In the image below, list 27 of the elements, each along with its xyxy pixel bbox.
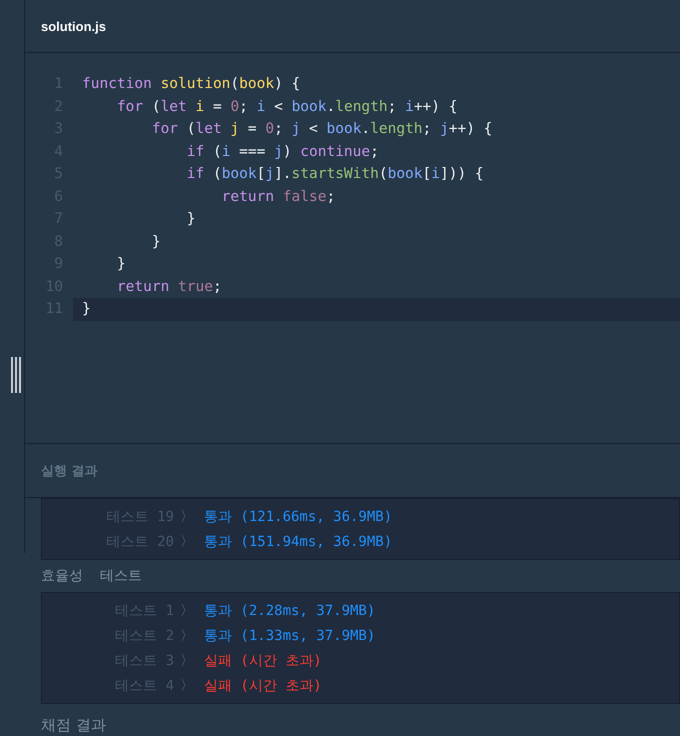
code-line: if (book[j].startsWith(book[i])) {	[186, 165, 485, 184]
test-result: 실패 (시간 초과)	[204, 676, 322, 694]
panel-title: 실행 결과	[41, 462, 98, 480]
chevron-icon: 〉	[180, 652, 194, 670]
chevron-icon: 〉	[180, 532, 194, 550]
code-line: }	[186, 210, 196, 230]
code-line: for (let j = 0; j < book.length; j++) {	[150, 120, 494, 140]
code-line: }	[150, 232, 162, 252]
section-title: 효율성 테스트	[41, 567, 142, 585]
resize-handle-icon[interactable]	[11, 357, 21, 393]
test-result: 통과 (1.33ms, 37.9MB)	[204, 626, 376, 644]
test-result: 통과 (121.66ms, 36.9MB)	[204, 508, 392, 526]
code-line: return true;	[116, 278, 223, 297]
file-tab-title[interactable]: solution.js	[41, 18, 106, 34]
test-result: 통과 (151.94ms, 36.9MB)	[204, 532, 392, 550]
code-line: return false;	[220, 188, 336, 207]
chevron-icon: 〉	[180, 508, 194, 526]
chevron-icon: 〉	[180, 602, 194, 620]
section-title: 채점 결과	[41, 716, 106, 735]
chevron-icon: 〉	[180, 676, 194, 694]
code-line: }	[116, 255, 127, 274]
code-line: for (let i = 0; i < book.length; i++) {	[116, 98, 458, 117]
test-result: 통과 (2.28ms, 37.9MB)	[204, 602, 376, 620]
chevron-icon: 〉	[180, 626, 194, 644]
test-result: 실패 (시간 초과)	[204, 652, 322, 670]
code-line: function solution(book) {	[81, 75, 302, 94]
code-line: if (i === j) continue;	[186, 142, 380, 162]
